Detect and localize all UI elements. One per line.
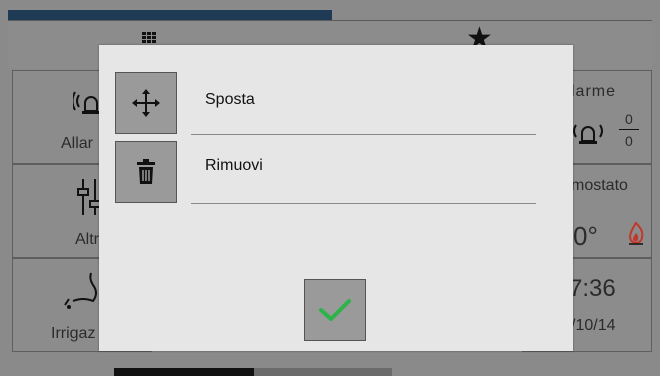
alarms-count-top: 0	[625, 111, 633, 127]
top-progress-bar	[8, 10, 332, 20]
remove-label[interactable]: Rimuovi	[205, 157, 263, 175]
confirm-button[interactable]	[304, 279, 366, 341]
fraction-bar	[619, 129, 639, 130]
move-button[interactable]	[115, 72, 177, 134]
tile-thermostat-label: mostato	[571, 177, 628, 194]
tile-alarms-label: Allar	[61, 135, 94, 152]
clock-time: 7:36	[569, 275, 616, 302]
trash-icon	[137, 159, 155, 184]
alarms-count-bottom: 0	[625, 133, 633, 149]
grid-icon[interactable]	[142, 32, 156, 44]
menu-divider	[191, 134, 536, 135]
temperature-value: 0°	[573, 221, 598, 251]
alarm-siren-icon	[573, 124, 603, 144]
bottom-page-tab[interactable]	[254, 368, 392, 376]
remove-button[interactable]	[115, 141, 177, 203]
flame-icon	[628, 221, 644, 245]
move-label[interactable]: Sposta	[205, 91, 255, 109]
tile-alarms-status-label: larme	[571, 83, 617, 100]
checkmark-icon	[319, 299, 351, 321]
tile-irrigation-label: Irrigaz	[51, 325, 96, 342]
tile-other-label: Altr	[75, 231, 99, 248]
context-menu-dialog: Sposta Rimuovi	[99, 45, 573, 351]
clock-date: /10/14	[571, 317, 616, 334]
move-icon	[132, 89, 160, 117]
menu-divider	[191, 203, 536, 204]
bottom-page-tab-active[interactable]	[114, 368, 254, 376]
